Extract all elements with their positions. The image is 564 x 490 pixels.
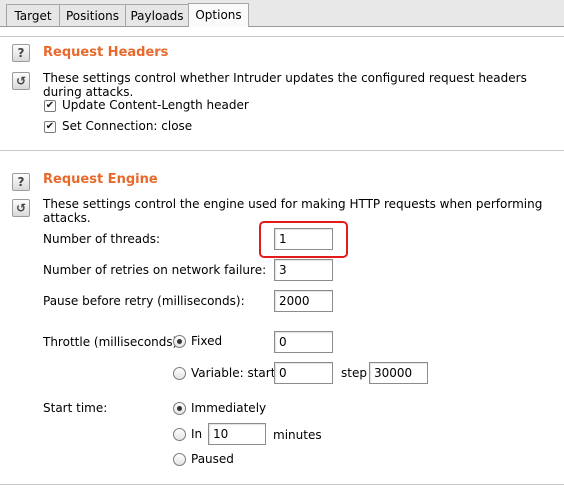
reset-defaults-icon[interactable]: ↺ xyxy=(12,72,30,90)
help-icon[interactable]: ? xyxy=(12,173,30,191)
start-in-radio[interactable] xyxy=(173,428,186,441)
throttle-variable-radio[interactable] xyxy=(173,367,186,380)
pause-label: Pause before retry (milliseconds): xyxy=(43,294,245,308)
help-icon[interactable]: ? xyxy=(12,44,30,62)
retries-label: Number of retries on network failure: xyxy=(43,263,267,277)
start-in-minutes-input[interactable]: 10 xyxy=(208,423,266,445)
tab-strip: Target Positions Payloads Options xyxy=(0,0,564,27)
request-engine-title: Request Engine xyxy=(43,172,158,187)
section-divider xyxy=(0,484,564,485)
throttle-label: Throttle (milliseconds): xyxy=(43,335,182,349)
tab-options[interactable]: Options xyxy=(188,3,249,27)
section-divider xyxy=(0,36,564,37)
update-content-length-label: Update Content-Length header xyxy=(62,98,249,112)
update-content-length-checkbox[interactable]: ✔ xyxy=(44,100,56,112)
throttle-fixed-radio[interactable] xyxy=(173,335,186,348)
throttle-fixed-input[interactable]: 0 xyxy=(274,331,333,353)
start-in-label: In xyxy=(191,427,203,441)
threads-highlight-annotation xyxy=(259,221,348,258)
pause-input[interactable]: 2000 xyxy=(274,290,333,312)
throttle-fixed-label: Fixed xyxy=(191,334,223,348)
minutes-label: minutes xyxy=(273,428,322,442)
variable-start-input[interactable]: 0 xyxy=(274,362,333,384)
request-headers-description: These settings control whether Intruder … xyxy=(43,71,527,99)
variable-step-label: step xyxy=(341,366,367,380)
tab-target[interactable]: Target xyxy=(6,4,60,26)
start-paused-radio[interactable] xyxy=(173,453,186,466)
start-time-label: Start time: xyxy=(43,401,108,415)
variable-step-input[interactable]: 30000 xyxy=(369,362,428,384)
tab-positions[interactable]: Positions xyxy=(59,4,126,26)
retries-input[interactable]: 3 xyxy=(274,259,333,281)
threads-label: Number of threads: xyxy=(43,232,161,246)
section-divider xyxy=(0,150,564,151)
start-immediately-radio[interactable] xyxy=(173,402,186,415)
throttle-variable-label: Variable: start xyxy=(191,366,276,380)
set-connection-close-label: Set Connection: close xyxy=(62,119,193,133)
request-headers-title: Request Headers xyxy=(43,45,169,60)
reset-defaults-icon[interactable]: ↺ xyxy=(12,199,30,217)
start-paused-label: Paused xyxy=(191,452,234,466)
tab-payloads[interactable]: Payloads xyxy=(125,4,189,26)
start-immediately-label: Immediately xyxy=(191,401,267,415)
set-connection-close-checkbox[interactable]: ✔ xyxy=(44,121,56,133)
options-panel: ? Request Headers ↺ These settings contr… xyxy=(0,27,564,490)
